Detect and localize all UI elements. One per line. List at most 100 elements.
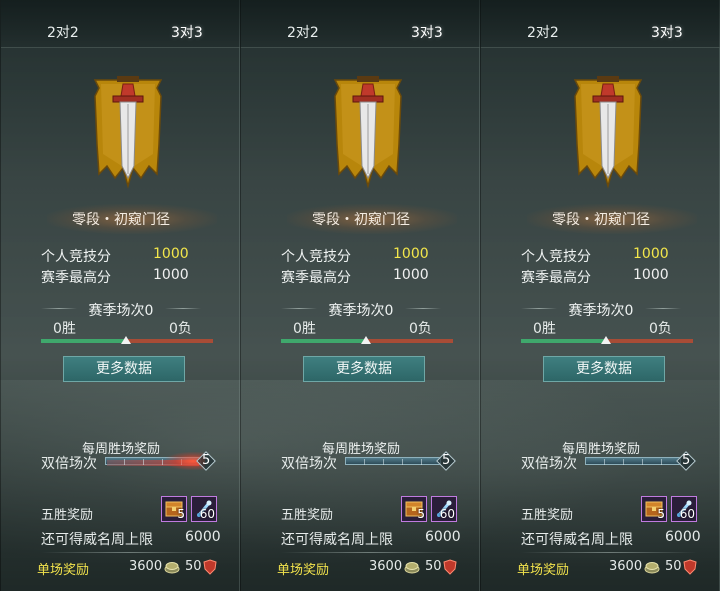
- sword-banner-icon: [333, 76, 403, 189]
- double-count: 5: [682, 453, 691, 468]
- double-matches-bar: 5: [345, 451, 457, 471]
- season-high-value: 1000: [393, 267, 429, 283]
- personal-score-label: 个人竞技分: [281, 249, 351, 265]
- five-win-reward-label: 五胜奖励: [41, 508, 94, 523]
- loss-segment: [605, 339, 693, 343]
- wins-count: 0胜: [53, 321, 76, 337]
- double-count: 5: [442, 453, 451, 468]
- coin-icon: [164, 562, 180, 574]
- double-bar-track: [345, 457, 441, 465]
- arena-panels: 2对2 3对3 零段・初窥门径 个人竞技分 1000 赛季最高分 1000 赛季…: [0, 0, 720, 591]
- scroll-quantity: 60: [199, 507, 215, 521]
- divider: [281, 552, 457, 553]
- arena-panel: 2对2 3对3 零段・初窥门径 个人竞技分 1000 赛季最高分 1000 赛季…: [240, 0, 481, 591]
- bar-tick: [364, 459, 365, 465]
- double-matches-label: 双倍场次: [281, 456, 337, 472]
- tab-2v2[interactable]: 2对2: [527, 22, 559, 42]
- more-data-button[interactable]: 更多数据: [543, 356, 665, 382]
- season-high-value: 1000: [153, 267, 189, 283]
- tab-3v3[interactable]: 3对3: [411, 22, 443, 42]
- shield-icon: [683, 559, 697, 575]
- single-shield-value: 50: [665, 559, 682, 574]
- season-high-label: 赛季最高分: [521, 270, 591, 286]
- chest-quantity: 5: [417, 507, 425, 521]
- ratio-marker-icon: [121, 336, 131, 344]
- sword-banner-icon: [573, 76, 643, 189]
- double-matches-label: 双倍场次: [521, 456, 577, 472]
- scroll-quantity: 60: [439, 507, 455, 521]
- treasure-chest-item[interactable]: 5: [161, 496, 187, 522]
- rank-name: 零段・初窥门径: [552, 212, 650, 228]
- season-matches: 赛季场次0: [88, 303, 154, 319]
- personal-score-value: 1000: [153, 246, 189, 262]
- sword-banner-icon: [93, 76, 163, 189]
- tab-2v2[interactable]: 2对2: [47, 22, 79, 42]
- single-shield-value: 50: [185, 559, 202, 574]
- bar-tick: [642, 459, 643, 465]
- win-segment: [281, 339, 365, 343]
- win-loss-bar: [41, 336, 213, 344]
- single-coin-value: 3600: [609, 559, 643, 574]
- personal-score-label: 个人竞技分: [521, 249, 591, 265]
- win-loss-bar: [521, 336, 693, 344]
- season-high-label: 赛季最高分: [281, 270, 351, 286]
- bar-tick: [143, 459, 144, 465]
- bar-tick: [421, 459, 422, 465]
- more-data-button[interactable]: 更多数据: [303, 356, 425, 382]
- season-matches: 赛季场次0: [568, 303, 634, 319]
- tab-3v3[interactable]: 3对3: [171, 22, 203, 42]
- wins-count: 0胜: [533, 321, 556, 337]
- bar-tick: [623, 459, 624, 465]
- losses-count: 0负: [649, 321, 672, 337]
- scroll-item[interactable]: 60: [191, 496, 217, 522]
- win-segment: [521, 339, 605, 343]
- losses-count: 0负: [409, 321, 432, 337]
- chest-quantity: 5: [177, 507, 185, 521]
- scroll-item[interactable]: 60: [671, 496, 697, 522]
- mode-tab-bar: [481, 0, 720, 48]
- weekly-limit-value: 6000: [665, 529, 701, 545]
- scroll-quantity: 60: [679, 507, 695, 521]
- wins-count: 0胜: [293, 321, 316, 337]
- mode-tab-bar: [1, 0, 241, 48]
- loss-segment: [365, 339, 453, 343]
- bar-tick: [402, 459, 403, 465]
- season-high-label: 赛季最高分: [41, 270, 111, 286]
- bar-tick: [383, 459, 384, 465]
- single-match-reward-label: 单场奖励: [517, 563, 570, 578]
- double-count: 5: [202, 453, 211, 468]
- single-coin-value: 3600: [129, 559, 163, 574]
- tab-3v3[interactable]: 3对3: [651, 22, 683, 42]
- treasure-chest-item[interactable]: 5: [401, 496, 427, 522]
- shield-icon: [443, 559, 457, 575]
- five-win-reward-label: 五胜奖励: [521, 508, 574, 523]
- bar-tick: [661, 459, 662, 465]
- arena-panel: 2对2 3对3 零段・初窥门径 个人竞技分 1000 赛季最高分 1000 赛季…: [0, 0, 241, 591]
- double-bar-track: [585, 457, 681, 465]
- weekly-limit-value: 6000: [425, 529, 461, 545]
- season-matches: 赛季场次0: [328, 303, 394, 319]
- more-data-button[interactable]: 更多数据: [63, 356, 185, 382]
- season-high-value: 1000: [633, 267, 669, 283]
- five-win-reward-label: 五胜奖励: [281, 508, 334, 523]
- arena-panel: 2对2 3对3 零段・初窥门径 个人竞技分 1000 赛季最高分 1000 赛季…: [480, 0, 720, 591]
- double-matches-bar: 5: [105, 451, 217, 471]
- mode-tab-bar: [241, 0, 481, 48]
- rank-name: 零段・初窥门径: [312, 212, 410, 228]
- single-match-reward-label: 单场奖励: [277, 563, 330, 578]
- weekly-limit-value: 6000: [185, 529, 221, 545]
- coin-icon: [644, 562, 660, 574]
- treasure-chest-item[interactable]: 5: [641, 496, 667, 522]
- rank-name: 零段・初窥门径: [72, 212, 170, 228]
- tab-2v2[interactable]: 2对2: [287, 22, 319, 42]
- double-matches-label: 双倍场次: [41, 456, 97, 472]
- weekly-limit-label: 还可得威名周上限: [521, 532, 633, 548]
- single-coin-value: 3600: [369, 559, 403, 574]
- scroll-item[interactable]: 60: [431, 496, 457, 522]
- ratio-marker-icon: [361, 336, 371, 344]
- bar-tick: [604, 459, 605, 465]
- bar-tick: [124, 459, 125, 465]
- single-match-reward-label: 单场奖励: [37, 563, 90, 578]
- personal-score-label: 个人竞技分: [41, 249, 111, 265]
- chest-quantity: 5: [657, 507, 665, 521]
